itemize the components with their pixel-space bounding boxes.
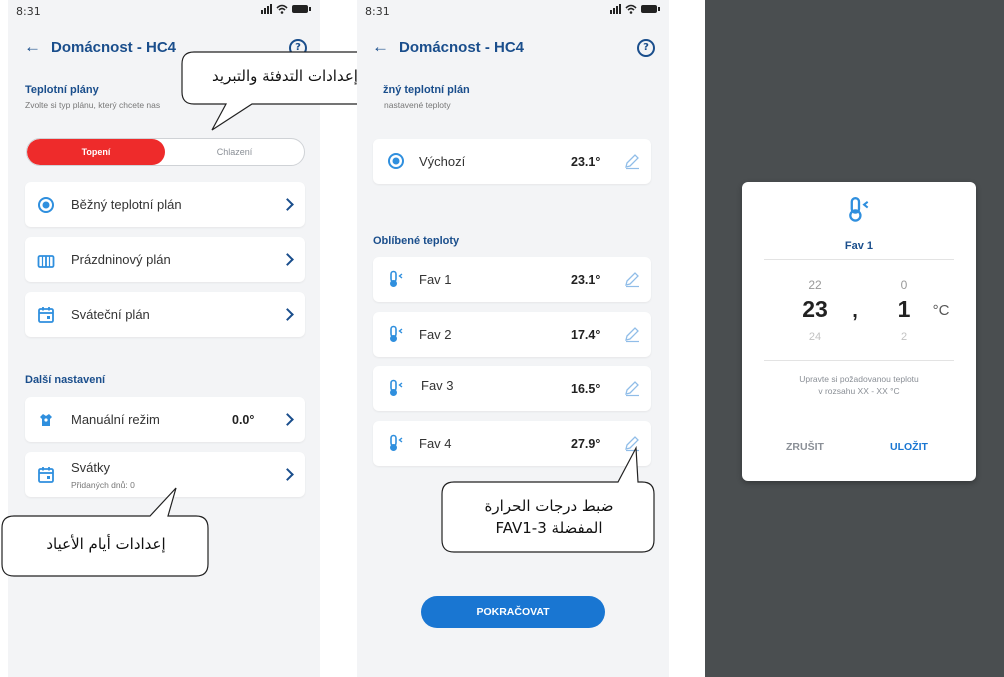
thermometer-icon	[390, 325, 403, 342]
edit-pencil-icon[interactable]	[623, 270, 641, 288]
save-button[interactable]: ULOŽIT	[890, 441, 928, 453]
status-time: 8:31	[16, 5, 41, 18]
temperature-picker-dialog: Fav 1 22 23 24 , 0 1 2 °C Upravte si pož…	[742, 182, 976, 481]
signal-icon	[261, 4, 272, 14]
signal-icon	[610, 4, 621, 14]
decimal-value[interactable]: 1	[892, 296, 916, 323]
callout-text: إعدادات أيام الأعياد	[46, 535, 166, 553]
plan-item-vacation[interactable]: Prázdninový plán	[25, 237, 305, 282]
manual-mode-label: Manuální režim	[71, 412, 160, 427]
manual-mode-value: 0.0°	[232, 413, 255, 427]
section-subtitle: Zvolte si typ plánu, který chcete nas	[25, 100, 161, 110]
back-arrow-icon[interactable]: ←	[24, 37, 41, 57]
page-title: Domácnost - HC4	[51, 38, 177, 56]
favorite-value: 16.5°	[571, 382, 601, 396]
section-title-more: Další nastavení	[25, 374, 106, 386]
wifi-icon	[276, 4, 288, 14]
chevron-right-icon	[281, 253, 294, 266]
default-value: 23.1°	[571, 155, 601, 169]
chevron-right-icon	[281, 468, 294, 481]
section-title: Teplotní plány	[25, 84, 99, 96]
status-bar: 8:31	[8, 0, 320, 22]
page-title: Domácnost - HC4	[399, 38, 525, 56]
section-subtitle: nastavené teploty	[384, 100, 451, 110]
divider	[764, 259, 954, 260]
continue-button[interactable]: POKRAČOVAT	[421, 596, 605, 628]
edit-pencil-icon[interactable]	[623, 325, 641, 343]
hand-icon	[40, 414, 52, 426]
edit-pencil-icon[interactable]	[623, 379, 641, 397]
hint-line2: v rozsahu XX - XX °C	[818, 386, 900, 396]
integer-next[interactable]: 24	[800, 331, 830, 343]
favorite-label: Fav 1	[419, 272, 452, 287]
favorite-item[interactable]: Fav 1 23.1°	[373, 257, 651, 302]
callout-text-line2: المفضلة FAV1-3	[495, 519, 603, 537]
screen-standard-plan: 8:31 ← Domácnost - HC4 ? žný teplotní pl…	[357, 0, 669, 677]
callout-holidays: إعدادات أيام الأعياد	[0, 486, 212, 580]
tab-cooling[interactable]: Chlazení	[165, 139, 304, 165]
calendar-icon	[38, 467, 54, 483]
holidays-label: Svátky	[71, 460, 111, 475]
thermometer-icon	[390, 434, 403, 451]
cancel-button[interactable]: ZRUŠIT	[786, 441, 824, 453]
callout-favorite-temperatures: ضبط درجات الحرارة المفضلة FAV1-3	[440, 446, 658, 556]
wifi-icon	[625, 4, 637, 14]
chevron-right-icon	[281, 308, 294, 321]
section-title-favorites: Oblíbené teploty	[373, 235, 460, 247]
calendar-icon	[38, 307, 54, 323]
integer-prev[interactable]: 22	[800, 278, 830, 292]
section-title: žný teplotní plán	[383, 84, 470, 96]
tab-heating[interactable]: Topení	[27, 139, 165, 165]
favorite-label: Fav 3	[421, 378, 454, 393]
chevron-right-icon	[281, 198, 294, 211]
thermometer-icon	[390, 270, 403, 287]
decimal-separator: ,	[852, 300, 858, 322]
favorite-item[interactable]: Fav 3 16.5°	[373, 366, 651, 411]
callout-text-line1: ضبط درجات الحرارة	[484, 497, 614, 515]
edit-pencil-icon[interactable]	[623, 152, 641, 170]
integer-value[interactable]: 23	[792, 296, 838, 323]
status-time: 8:31	[365, 5, 390, 18]
status-bar: 8:31	[357, 0, 669, 22]
default-temperature-item[interactable]: Výchozí 23.1°	[373, 139, 651, 184]
decimal-next[interactable]: 2	[892, 331, 916, 343]
plan-label: Běžný teplotní plán	[71, 197, 182, 212]
battery-icon	[641, 5, 660, 13]
favorite-value: 17.4°	[571, 328, 601, 342]
plan-label: Prázdninový plán	[71, 252, 171, 267]
help-icon[interactable]: ?	[637, 39, 655, 57]
chevron-right-icon	[281, 413, 294, 426]
target-icon	[38, 197, 54, 213]
header: ← Domácnost - HC4	[24, 37, 176, 57]
plan-label: Sváteční plán	[71, 307, 150, 322]
heating-cooling-toggle[interactable]: Topení Chlazení	[26, 138, 305, 166]
divider	[764, 360, 954, 361]
back-arrow-icon[interactable]: ←	[372, 37, 389, 57]
favorite-label: Fav 2	[419, 327, 452, 342]
plan-item-standard[interactable]: Běžný teplotní plán	[25, 182, 305, 227]
favorite-value: 23.1°	[571, 273, 601, 287]
manual-mode-item[interactable]: Manuální režim 0.0°	[25, 397, 305, 442]
favorite-item[interactable]: Fav 2 17.4°	[373, 312, 651, 357]
header: ← Domácnost - HC4	[372, 37, 524, 57]
unit-label: °C	[932, 302, 950, 319]
screen-dialog-overlay: Fav 1 22 23 24 , 0 1 2 °C Upravte si pož…	[705, 0, 1004, 677]
decimal-prev[interactable]: 0	[892, 278, 916, 292]
thermometer-icon	[390, 379, 403, 396]
thermometer-icon	[849, 197, 869, 222]
battery-icon	[292, 5, 311, 13]
default-label: Výchozí	[419, 154, 466, 169]
gift-icon	[37, 255, 55, 268]
target-icon	[388, 153, 404, 169]
hint-line1: Upravte si požadovanou teplotu	[799, 374, 919, 384]
dialog-title: Fav 1	[844, 240, 874, 252]
callout-shape	[1, 487, 209, 577]
plan-item-holiday[interactable]: Sváteční plán	[25, 292, 305, 337]
